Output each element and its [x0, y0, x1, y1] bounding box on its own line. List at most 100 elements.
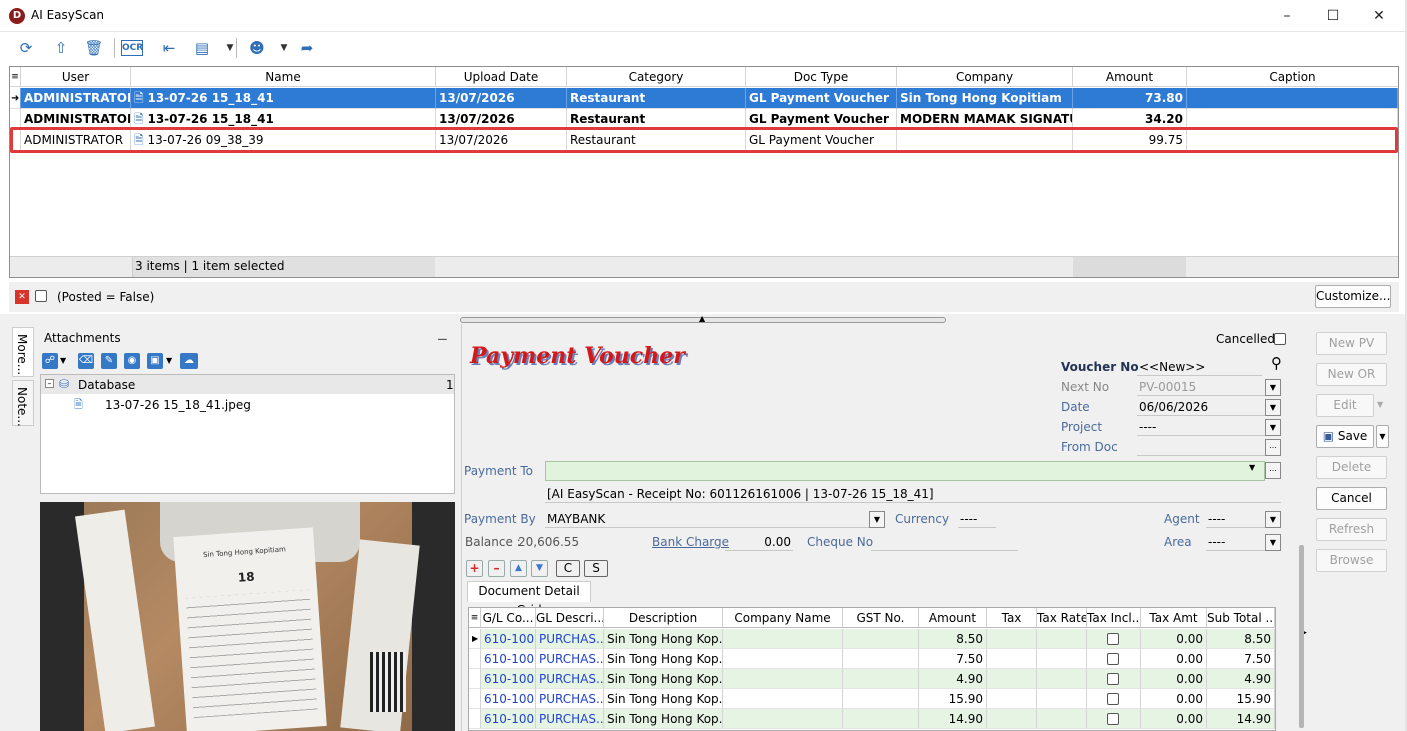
cell-empty[interactable] — [843, 629, 919, 649]
cell-empty[interactable] — [987, 689, 1037, 709]
cell-empty[interactable] — [1037, 649, 1087, 669]
voucher-no-field[interactable]: <<New>> — [1137, 358, 1262, 376]
cell-taxamt[interactable]: 0.00 — [1141, 709, 1207, 729]
cell-empty[interactable] — [987, 709, 1037, 729]
column-header-tax-inclusive[interactable]: Tax Incl... — [1087, 608, 1141, 628]
save-icon[interactable]: ▣ — [147, 353, 163, 369]
cell-subtotal[interactable]: 8.50 — [1207, 629, 1275, 649]
tax-inclusive-checkbox[interactable] — [1087, 649, 1141, 669]
cell-gl[interactable]: 610-100 — [481, 649, 536, 669]
tab-more[interactable]: More... — [12, 327, 34, 377]
cell-taxamt[interactable]: 0.00 — [1141, 629, 1207, 649]
edit-icon[interactable]: ✎ — [101, 353, 117, 369]
cell-subtotal[interactable]: 15.90 — [1207, 689, 1275, 709]
cell-empty[interactable] — [987, 669, 1037, 689]
cell-gldesc[interactable]: PURCHAS... — [536, 629, 604, 649]
checkbox[interactable] — [1107, 693, 1119, 705]
column-header-amount[interactable]: Amount — [1073, 67, 1187, 87]
clear-filter-icon[interactable]: ✕ — [15, 290, 29, 304]
cell-gl[interactable]: 610-100 — [481, 709, 536, 729]
date-field[interactable]: 06/06/2026 — [1137, 398, 1265, 416]
detail-row[interactable]: 610-100 PURCHAS... Sin Tong Hong Kop... 7.5… — [469, 649, 1275, 669]
save-button[interactable]: ▣ Save — [1316, 425, 1374, 448]
user-icon[interactable]: ☻ — [245, 37, 269, 59]
detail-row[interactable]: 610-100 PURCHAS... Sin Tong Hong Kop... 15.… — [469, 689, 1275, 709]
cell-gldesc[interactable]: PURCHAS... — [536, 669, 604, 689]
date-dropdown[interactable]: ▼ — [1265, 399, 1281, 416]
checkbox[interactable] — [1107, 713, 1119, 725]
checkbox[interactable] — [1107, 653, 1119, 665]
cell-empty[interactable] — [843, 709, 919, 729]
bank-charge-label[interactable]: Bank Charge — [652, 535, 729, 549]
cell-empty[interactable] — [843, 689, 919, 709]
view-icon[interactable]: ◉ — [124, 353, 140, 369]
payment-by-field[interactable]: MAYBANK — [545, 510, 869, 528]
cell-amount[interactable]: 15.90 — [919, 689, 987, 709]
cell-taxamt[interactable]: 0.00 — [1141, 669, 1207, 689]
vertical-scrollbar[interactable] — [1299, 545, 1304, 728]
description-field[interactable]: [AI EasyScan - Receipt No: 601126161006 … — [545, 485, 1281, 503]
cell-desc[interactable]: Sin Tong Hong Kop... — [604, 689, 723, 709]
column-header-name[interactable]: Name — [131, 67, 436, 87]
split-icon[interactable]: ⇤ — [157, 37, 181, 59]
cell-taxamt[interactable]: 0.00 — [1141, 689, 1207, 709]
tab-note[interactable]: Note... — [12, 380, 34, 427]
chevron-up-icon[interactable]: ▲ — [699, 314, 705, 323]
project-dropdown[interactable]: ▼ — [1265, 419, 1281, 436]
agent-dropdown[interactable]: ▼ — [1265, 511, 1281, 528]
tax-inclusive-checkbox[interactable] — [1087, 689, 1141, 709]
cell-subtotal[interactable]: 4.90 — [1207, 669, 1275, 689]
column-header-tax[interactable]: Tax — [987, 608, 1037, 628]
payment-to-field[interactable] — [545, 461, 1265, 481]
cell-gldesc[interactable]: PURCHAS... — [536, 709, 604, 729]
minimize-button[interactable]: – — [1264, 0, 1310, 32]
column-header-user[interactable]: User — [21, 67, 131, 87]
layout-icon[interactable]: ▤ — [190, 37, 214, 59]
cell-desc[interactable]: Sin Tong Hong Kop... — [604, 669, 723, 689]
cell-empty[interactable] — [1037, 629, 1087, 649]
refresh-icon[interactable]: ⟳ — [14, 37, 38, 59]
cell-amount[interactable]: 7.50 — [919, 649, 987, 669]
column-header-company-name[interactable]: Company Name — [723, 608, 843, 628]
cell-empty[interactable] — [723, 689, 843, 709]
detail-grid[interactable]: ≡ G/L Co... GL Descri... Description Com… — [468, 607, 1276, 731]
column-header-gst-no[interactable]: GST No. — [843, 608, 919, 628]
chevron-down-icon[interactable]: ▼ — [60, 353, 66, 369]
checkbox[interactable] — [1107, 633, 1119, 645]
c-button[interactable]: C — [556, 560, 580, 577]
column-header-sub-total[interactable]: Sub Total ... — [1207, 608, 1275, 628]
project-field[interactable]: ---- — [1137, 418, 1265, 436]
detail-row[interactable]: 610-100 PURCHAS... Sin Tong Hong Kop... 14.… — [469, 709, 1275, 729]
share-icon[interactable]: ➦ — [295, 37, 319, 59]
cell-gl[interactable]: 610-100 — [481, 669, 536, 689]
delete-icon[interactable]: 🗑 — [82, 37, 106, 59]
upload-icon[interactable]: ⇧ — [49, 37, 73, 59]
tax-inclusive-checkbox[interactable] — [1087, 669, 1141, 689]
remove-row-icon[interactable]: – — [488, 560, 505, 577]
cell-empty[interactable] — [723, 669, 843, 689]
cell-amount[interactable]: 8.50 — [919, 629, 987, 649]
cell-subtotal[interactable]: 14.90 — [1207, 709, 1275, 729]
move-down-icon[interactable]: ▼ — [531, 560, 548, 577]
cell-empty[interactable] — [1037, 709, 1087, 729]
from-doc-field[interactable] — [1137, 438, 1265, 456]
column-header-gl-code[interactable]: G/L Co... — [481, 608, 536, 628]
edit-button[interactable]: Edit — [1316, 394, 1374, 417]
column-header-company[interactable]: Company — [897, 67, 1073, 87]
delete-button[interactable]: Delete — [1316, 456, 1387, 479]
chevron-down-icon[interactable]: ▼ — [1249, 463, 1255, 472]
cell-desc[interactable]: Sin Tong Hong Kop... — [604, 629, 723, 649]
chevron-down-icon[interactable]: ▼ — [1377, 400, 1383, 409]
tab-document-detail-grid[interactable]: Document Detail Grid — [467, 581, 591, 617]
column-header-category[interactable]: Category — [567, 67, 746, 87]
document-grid[interactable]: ≡ User Name Upload Date Category Doc Typ… — [9, 66, 1399, 278]
s-button[interactable]: S — [584, 560, 608, 577]
chevron-down-icon[interactable]: ▼ — [272, 37, 296, 59]
area-dropdown[interactable]: ▼ — [1265, 534, 1281, 551]
refresh-button[interactable]: Refresh — [1316, 518, 1387, 541]
currency-field[interactable]: ---- — [958, 510, 996, 528]
bank-charge-field[interactable]: 0.00 — [725, 533, 793, 551]
browse-button[interactable]: Browse — [1316, 549, 1387, 572]
cell-gl[interactable]: 610-100 — [481, 689, 536, 709]
cell-desc[interactable]: Sin Tong Hong Kop... — [604, 649, 723, 669]
